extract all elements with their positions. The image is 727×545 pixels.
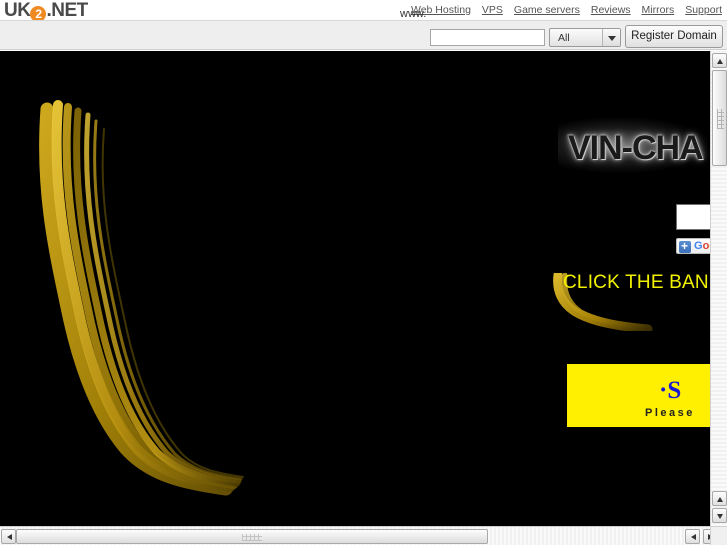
click-banner-text: CLICK THE BAN (563, 272, 709, 293)
google-plus-one-button[interactable]: Goo (676, 238, 710, 254)
gold-ribbon-graphic (39, 100, 244, 496)
nav-link-reviews[interactable]: Reviews (591, 4, 631, 16)
google-wordmark: Goo (694, 240, 710, 253)
nav-link-support[interactable]: Support (685, 4, 722, 16)
scroll-up-arrow-bottom-icon[interactable] (712, 491, 727, 506)
google-letter-g: G (694, 240, 703, 252)
nav-link-game-servers[interactable]: Game servers (514, 4, 580, 16)
scroll-down-arrow-icon[interactable] (712, 508, 727, 523)
tld-select-value: All (558, 32, 570, 44)
vertical-scrollbar[interactable] (710, 51, 727, 526)
register-domain-button[interactable]: Register Domain (625, 25, 723, 48)
uk2net-logo[interactable]: UK 2 .NET (4, 1, 88, 22)
scroll-left-arrow-icon[interactable] (1, 529, 16, 544)
yellow-banner-ad[interactable]: ·S Please (567, 364, 710, 427)
page-title: VIN-CHA (568, 129, 704, 167)
nav-link-mirrors[interactable]: Mirrors (642, 4, 675, 16)
site-header: UK 2 .NET Web Hosting VPS Game servers Review… (0, 0, 727, 22)
banner-subline: Please (645, 407, 695, 419)
site-search-box[interactable] (676, 204, 710, 230)
vertical-scrollbar-thumb[interactable] (712, 70, 727, 166)
horizontal-scrollbar[interactable] (0, 526, 727, 545)
nav-link-vps[interactable]: VPS (482, 4, 503, 16)
tld-select[interactable]: All (549, 28, 621, 47)
scrollbar-corner (710, 526, 727, 545)
scroll-left-arrow-right-icon[interactable] (685, 529, 700, 544)
plus-icon (679, 239, 691, 253)
logo-prefix: UK (4, 0, 31, 21)
primary-nav: Web Hosting VPS Game servers Reviews Mirrors… (411, 4, 722, 16)
logo-suffix: .NET (46, 0, 88, 21)
page-content: VIN-CHA Goo CLICK THE BAN ·S Please (0, 51, 710, 526)
domain-search-input[interactable] (430, 29, 545, 46)
chevron-down-icon[interactable] (602, 29, 620, 46)
scrollbar-grip-horizontal (242, 534, 262, 541)
banner-headline: ·S (659, 377, 682, 404)
scrollbar-grip (717, 109, 724, 129)
browser-window: UK 2 .NET Web Hosting VPS Game servers Review… (0, 0, 727, 545)
scroll-up-arrow-icon[interactable] (712, 53, 727, 68)
www-label: www. (400, 8, 427, 20)
horizontal-scrollbar-thumb[interactable] (16, 529, 488, 544)
